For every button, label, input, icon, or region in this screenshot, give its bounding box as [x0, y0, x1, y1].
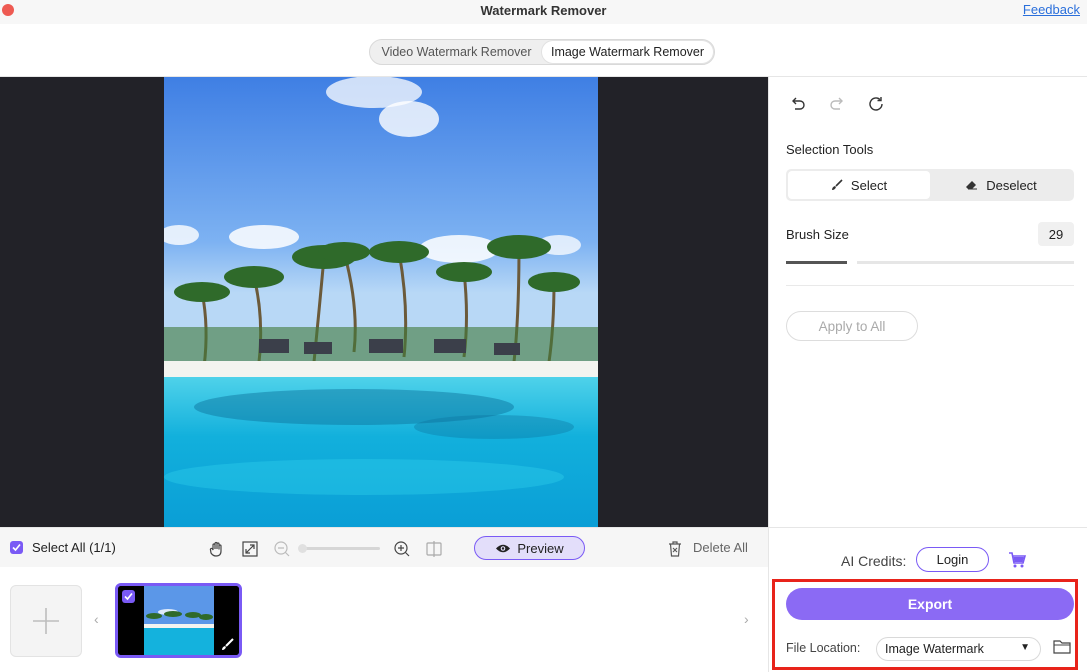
fit-icon[interactable]: [241, 540, 259, 558]
compare-icon[interactable]: [425, 540, 443, 558]
deselect-tool-button[interactable]: Deselect: [930, 171, 1072, 199]
chevron-down-icon: ▼: [1020, 642, 1030, 653]
add-image-button[interactable]: [10, 585, 82, 657]
scroll-right-arrow[interactable]: ›: [744, 611, 749, 627]
export-button[interactable]: Export: [786, 588, 1074, 620]
preview-button[interactable]: Preview: [474, 536, 585, 560]
tab-image-watermark-remover[interactable]: Image Watermark Remover: [542, 41, 713, 63]
eraser-icon: [966, 181, 978, 190]
select-all-label: Select All (1/1): [32, 540, 116, 555]
zoom-slider-knob[interactable]: [298, 544, 307, 553]
settings-panel: Selection Tools Select Deselect Brush Si…: [768, 77, 1087, 527]
zoom-out-icon[interactable]: [273, 540, 291, 558]
mode-bar: Video Watermark Remover Image Watermark …: [0, 24, 1087, 77]
title-bar: Watermark Remover Feedback: [0, 0, 1087, 24]
tab-video-watermark-remover[interactable]: Video Watermark Remover: [371, 41, 542, 63]
plus-icon: [33, 608, 59, 634]
thumbnail-checkbox[interactable]: [122, 590, 135, 603]
preview-label: Preview: [517, 540, 564, 556]
mode-switch: Video Watermark Remover Image Watermark …: [369, 39, 715, 65]
reset-icon[interactable]: [867, 95, 885, 113]
ai-credits-label: AI Credits:: [841, 553, 907, 569]
zoom-slider[interactable]: [298, 544, 380, 553]
file-location-value: Image Watermark: [885, 642, 984, 656]
window-title: Watermark Remover: [480, 3, 607, 18]
file-location-label: File Location:: [786, 641, 861, 655]
apply-to-all-button[interactable]: Apply to All: [786, 311, 918, 341]
eye-icon: [496, 544, 511, 552]
select-tool-label: Select: [850, 177, 888, 193]
brush-size-label: Brush Size: [786, 227, 849, 242]
undo-icon[interactable]: [789, 95, 807, 113]
feedback-link[interactable]: Feedback: [1023, 2, 1080, 17]
brush-size-value[interactable]: 29: [1038, 222, 1074, 246]
scroll-left-arrow[interactable]: ‹: [94, 611, 99, 627]
image-thumbnail[interactable]: [115, 583, 242, 658]
selection-tools-switch: Select Deselect: [786, 169, 1074, 201]
brush-icon: [831, 179, 843, 190]
select-all-checkbox[interactable]: [10, 541, 23, 554]
brush-size-slider[interactable]: [786, 261, 1074, 264]
zoom-in-icon[interactable]: [393, 540, 411, 558]
login-button[interactable]: Login: [916, 547, 989, 572]
export-area: AI Credits: Login Export File Location: …: [768, 527, 1087, 672]
selection-tools-label: Selection Tools: [786, 142, 874, 157]
canvas-toolbar: Select All (1/1) Preview Delete All: [0, 527, 768, 567]
check-icon: [12, 543, 21, 552]
hand-icon[interactable]: [208, 540, 226, 558]
deselect-tool-label: Deselect: [986, 177, 1037, 193]
preview-image: [164, 77, 598, 527]
delete-all-button[interactable]: Delete All: [693, 540, 748, 555]
file-location-select[interactable]: Image Watermark ▼: [876, 637, 1041, 661]
divider: [786, 285, 1074, 286]
trash-icon[interactable]: [667, 540, 683, 558]
redo-icon[interactable]: [828, 95, 846, 113]
folder-icon[interactable]: [1053, 639, 1071, 655]
cart-icon[interactable]: [1008, 551, 1026, 569]
brush-icon: [222, 638, 234, 650]
check-icon: [124, 592, 133, 601]
image-canvas[interactable]: [0, 77, 768, 527]
select-tool-button[interactable]: Select: [788, 171, 930, 199]
thumbnail-strip: ‹ ›: [0, 567, 768, 672]
